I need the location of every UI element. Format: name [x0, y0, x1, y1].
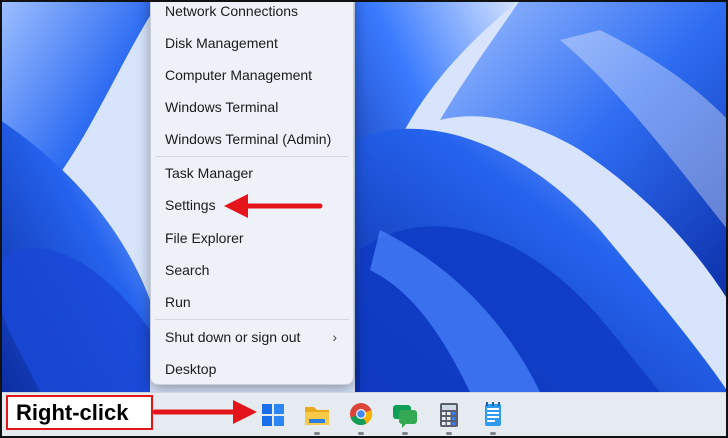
- desktop-wallpaper: [0, 0, 728, 438]
- messages-icon[interactable]: [388, 399, 422, 435]
- menu-item-desktop[interactable]: Desktop: [151, 355, 355, 383]
- menu-item-disk-management[interactable]: Disk Management: [151, 29, 355, 57]
- menu-item-run[interactable]: Run: [151, 288, 355, 316]
- menu-separator: [155, 319, 349, 320]
- chrome-icon[interactable]: [344, 399, 378, 435]
- running-indicator: [402, 432, 408, 435]
- running-indicator: [490, 432, 496, 435]
- file-explorer-icon[interactable]: [300, 399, 334, 435]
- right-click-annotation: Right-click: [6, 395, 153, 430]
- menu-item-windows-terminal-admin[interactable]: Windows Terminal (Admin): [151, 125, 355, 153]
- menu-item-search[interactable]: Search: [151, 256, 355, 284]
- running-indicator: [358, 432, 364, 435]
- menu-item-task-manager[interactable]: Task Manager: [151, 159, 355, 187]
- menu-separator: [155, 156, 349, 157]
- menu-item-network-connections[interactable]: Network Connections: [151, 0, 355, 25]
- notepad-icon[interactable]: [476, 399, 510, 435]
- menu-item-computer-management[interactable]: Computer Management: [151, 61, 355, 89]
- chevron-right-icon: ›: [332, 329, 337, 345]
- running-indicator: [314, 432, 320, 435]
- start-pointer-arrow: [153, 400, 257, 424]
- windows-start-icon[interactable]: [256, 399, 290, 431]
- calculator-icon[interactable]: [432, 399, 466, 435]
- menu-item-windows-terminal[interactable]: Windows Terminal: [151, 93, 355, 121]
- menu-item-file-explorer[interactable]: File Explorer: [151, 224, 355, 252]
- running-indicator: [446, 432, 452, 435]
- settings-pointer-arrow: [224, 194, 323, 218]
- menu-item-shut-down[interactable]: Shut down or sign out ›: [151, 323, 355, 351]
